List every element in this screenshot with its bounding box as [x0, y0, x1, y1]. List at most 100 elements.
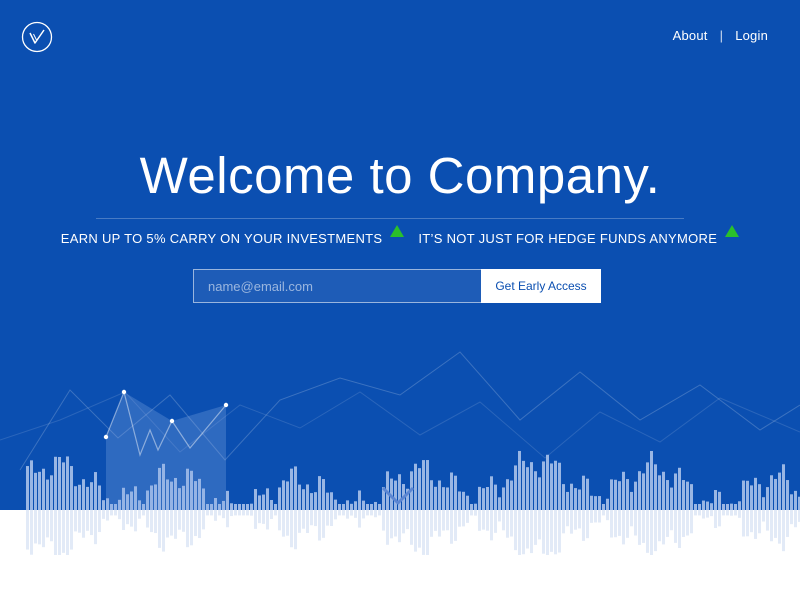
equalizer-bar	[478, 486, 481, 510]
equalizer-bar	[606, 498, 609, 510]
equalizer-reflection	[26, 510, 800, 555]
equalizer-bar	[314, 492, 317, 510]
equalizer-bar-reflection	[198, 510, 201, 539]
equalizer-bar	[570, 483, 573, 510]
equalizer-bar	[694, 504, 697, 510]
equalizer-bar-reflection	[186, 510, 189, 548]
equalizer-bar	[466, 495, 469, 510]
equalizer-bar	[638, 471, 641, 510]
equalizer-bar-reflection	[758, 510, 761, 534]
equalizer-bar	[702, 500, 705, 510]
equalizer-bar-reflection	[602, 510, 605, 516]
equalizer-bar-reflection	[506, 510, 509, 538]
equalizer-bar	[630, 491, 633, 510]
equalizer-bar	[574, 488, 577, 510]
equalizer-bar-reflection	[746, 510, 749, 537]
equalizer-bar-reflection	[90, 510, 93, 536]
equalizer-bar	[34, 472, 37, 510]
equalizer-bar	[398, 474, 401, 510]
equalizer-bar-reflection	[670, 510, 673, 531]
equalizer-bar-reflection	[178, 510, 181, 530]
equalizer-bar	[506, 479, 509, 510]
equalizer-bar	[498, 497, 501, 510]
equalizer-bar	[530, 462, 533, 510]
equalizer-bar-reflection	[170, 510, 173, 536]
equalizer-bar-reflection	[630, 510, 633, 527]
equalizer-bar	[306, 484, 309, 510]
equalizer-bar	[654, 464, 657, 510]
equalizer-bar-reflection	[34, 510, 37, 544]
equalizer-bar	[290, 468, 293, 510]
equalizer-bar-reflection	[426, 510, 429, 555]
checkmark-circle-logo[interactable]	[21, 21, 53, 53]
equalizer-bar-reflection	[150, 510, 153, 533]
equalizer-bar	[558, 462, 561, 510]
equalizer-bar-reflection	[338, 510, 341, 516]
equalizer-bar-reflection	[422, 510, 425, 555]
equalizer-bar-reflection	[362, 510, 365, 519]
equalizer-bar-reflection	[210, 510, 213, 516]
equalizer-bar-reflection	[174, 510, 177, 539]
equalizer-bar	[94, 472, 97, 510]
equalizer-bar	[342, 504, 345, 510]
equalizer-bar-reflection	[734, 510, 737, 516]
equalizer-bar	[734, 504, 737, 510]
equalizer-bar-reflection	[698, 510, 701, 516]
email-input[interactable]	[193, 269, 481, 303]
equalizer-bar-reflection	[350, 510, 353, 516]
equalizer-bar-reflection	[402, 510, 405, 534]
equalizer-bar	[518, 450, 521, 510]
equalizer-bar-reflection	[642, 510, 645, 543]
equalizer-bar-reflection	[606, 510, 609, 521]
equalizer-bar-reflection	[450, 510, 453, 544]
equalizer-bar-reflection	[526, 510, 529, 549]
equalizer-bar	[470, 504, 473, 510]
equalizer-bar-reflection	[110, 510, 113, 516]
equalizer-bar-reflection	[266, 510, 269, 530]
equalizer-bar-reflection	[286, 510, 289, 536]
equalizer-bar-reflection	[50, 510, 53, 542]
nav-about-link[interactable]: About	[673, 28, 708, 43]
equalizer-bar-reflection	[554, 510, 557, 555]
tagline-carry-text: EARN UP TO 5% CARRY ON YOUR INVESTMENTS	[60, 231, 383, 246]
equalizer-bar	[546, 454, 549, 510]
equalizer-bar-reflection	[58, 510, 61, 555]
equalizer-bar-reflection	[42, 510, 45, 548]
equalizer-bar	[562, 484, 565, 510]
equalizer-bar	[434, 486, 437, 510]
equalizer-bar-reflection	[462, 510, 465, 527]
equalizer-bar-reflection	[334, 510, 337, 520]
equalizer-bar	[346, 500, 349, 510]
equalizer-bar	[266, 488, 269, 510]
equalizer-bar	[226, 490, 229, 510]
equalizer-bar-reflection	[574, 510, 577, 530]
equalizer-bar-reflection	[386, 510, 389, 545]
equalizer-bar-reflection	[214, 510, 217, 521]
equalizer-bar-reflection	[694, 510, 697, 516]
equalizer-bar	[634, 481, 637, 510]
equalizer-bar	[722, 504, 725, 510]
equalizer-bar	[362, 500, 365, 510]
equalizer-bar-reflection	[82, 510, 85, 538]
equalizer-bar	[554, 460, 557, 510]
tagline-hedge-funds: IT’S NOT JUST FOR HEDGE FUNDS ANYMORE	[418, 225, 740, 246]
equalizer-bar-reflection	[442, 510, 445, 531]
equalizer-bar-reflection	[570, 510, 573, 534]
equalizer-bar-reflection	[586, 510, 589, 539]
nav-login-link[interactable]: Login	[735, 28, 768, 43]
equalizer-bar	[662, 471, 665, 510]
equalizer-bar	[90, 482, 93, 510]
title-divider	[96, 218, 684, 219]
equalizer-bar	[494, 484, 497, 510]
equalizer-bar	[26, 466, 29, 510]
equalizer-bar-reflection	[230, 510, 233, 517]
get-early-access-button[interactable]: Get Early Access	[481, 269, 601, 303]
equalizer-bar-reflection	[646, 510, 649, 553]
equalizer-bar-reflection	[618, 510, 621, 536]
equalizer-bar	[674, 473, 677, 510]
equalizer-bar	[758, 484, 761, 510]
equalizer-bar-reflection	[542, 510, 545, 554]
top-nav: About | Login	[673, 28, 768, 43]
equalizer-bar-reflection	[714, 510, 717, 528]
equalizer-bar-reflection	[378, 510, 381, 516]
